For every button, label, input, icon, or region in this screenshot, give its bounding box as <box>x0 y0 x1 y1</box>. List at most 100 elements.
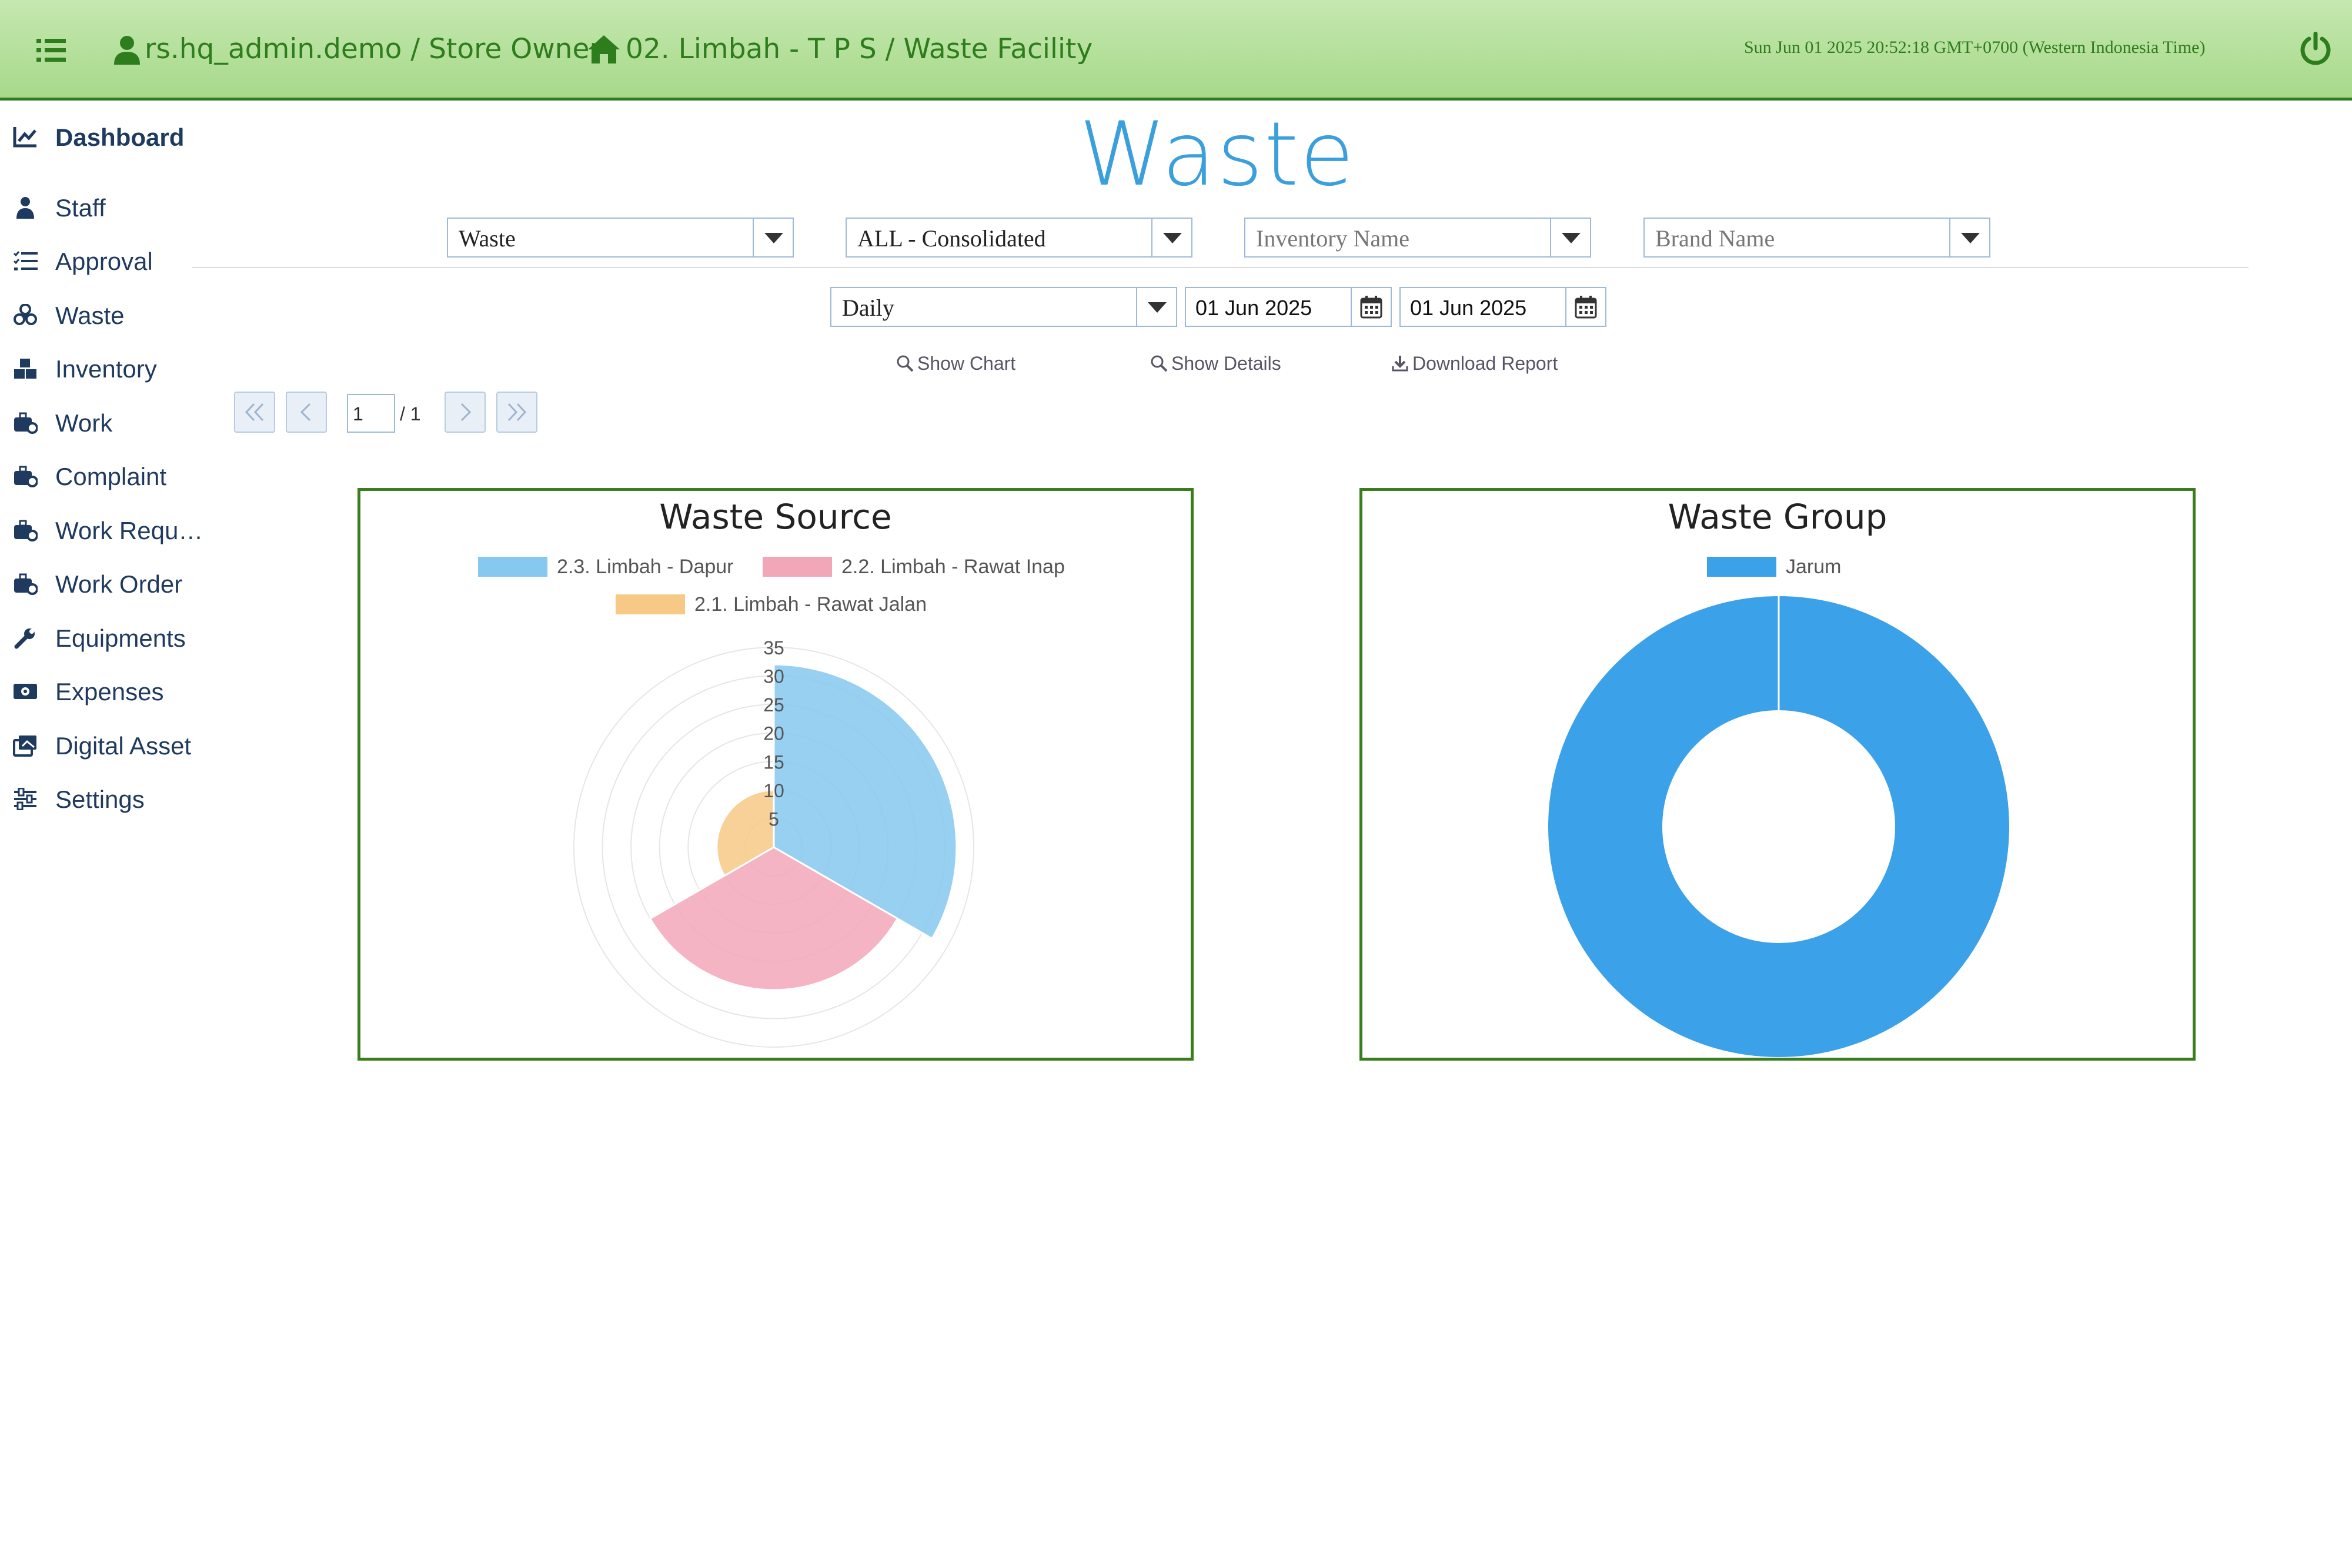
sidebar-item-work[interactable]: Work <box>0 399 212 446</box>
prev-page-button[interactable] <box>286 392 327 433</box>
biohazard-icon <box>14 304 37 325</box>
scope-select-value: ALL - Consolidated <box>857 225 1046 252</box>
sidebar-item-label: Work Requ… <box>55 517 203 544</box>
sidebar-item-inventory[interactable]: Inventory <box>0 345 212 392</box>
polar-tick-label: 15 <box>763 751 784 773</box>
sidebar-item-label: Complaint <box>55 463 167 490</box>
sidebar-item-label: Equipments <box>55 624 186 652</box>
sidebar-item-label: Expenses <box>55 678 164 706</box>
sidebar-item-expenses[interactable]: Expenses <box>0 667 212 714</box>
chart-line-icon <box>13 127 36 148</box>
sidebar-item-label: Staff <box>55 194 106 222</box>
sidebar-item-label: Work Order <box>55 570 183 598</box>
chevron-down-icon[interactable] <box>1949 219 1989 256</box>
chevron-right-icon <box>460 403 472 422</box>
type-select[interactable]: Waste <box>447 218 794 258</box>
sidebar-item-equipments[interactable]: Equipments <box>0 614 212 661</box>
double-chevron-right-icon <box>507 403 527 422</box>
sidebar-item-label: Inventory <box>55 355 157 383</box>
top-bar: rs.hq_admin.demo / Store Owner 02. Limba… <box>0 0 2352 101</box>
wrench-icon <box>14 628 35 649</box>
doughnut-chart <box>1548 596 2009 1057</box>
scope-select[interactable]: ALL - Consolidated <box>846 218 1192 258</box>
show-chart-link[interactable]: Show Chart <box>896 353 1015 375</box>
first-page-button[interactable] <box>234 392 275 433</box>
double-chevron-left-icon <box>245 403 264 422</box>
waste-source-panel: Waste Source 2.3. Limbah - Dapur 2.2. Li… <box>358 488 1194 1061</box>
toolbox-icon <box>14 520 38 541</box>
download-icon <box>1392 356 1408 372</box>
user-role-link[interactable]: rs.hq_admin.demo / Store Owner <box>145 33 601 65</box>
sidebar-item-work-request[interactable]: Work Requ… <box>0 506 212 553</box>
chevron-down-icon[interactable] <box>1136 288 1176 326</box>
download-report-link[interactable]: Download Report <box>1391 353 1558 375</box>
chevron-left-icon <box>300 403 311 422</box>
sidebar-item-digital-asset[interactable]: Digital Asset <box>0 721 212 768</box>
user-tie-icon <box>16 197 34 219</box>
chevron-down-icon[interactable] <box>1550 219 1590 256</box>
brand-name-placeholder: Brand Name <box>1655 225 1775 252</box>
calendar-icon[interactable] <box>1565 288 1605 326</box>
sidebar-item-dashboard[interactable]: Dashboard <box>0 113 212 160</box>
period-select[interactable]: Daily <box>830 287 1177 327</box>
polar-tick-label: 20 <box>763 723 784 744</box>
page-title: Waste <box>1079 103 1355 206</box>
sidebar-item-staff[interactable]: Staff <box>0 183 212 230</box>
sidebar-item-waste[interactable]: Waste <box>0 291 212 338</box>
search-icon <box>1151 355 1168 372</box>
brand-name-select[interactable]: Brand Name <box>1643 218 1990 258</box>
date-to-field[interactable]: 01 Jun 2025 <box>1399 287 1606 327</box>
type-select-value: Waste <box>459 225 516 252</box>
period-select-value: Daily <box>842 295 894 321</box>
polar-tick-label: 30 <box>763 666 784 687</box>
sidebar-item-complaint[interactable]: Complaint <box>0 452 212 499</box>
polar-tick-label: 25 <box>763 694 784 716</box>
date-from-field[interactable]: 01 Jun 2025 <box>1185 287 1392 327</box>
last-page-button[interactable] <box>496 392 537 433</box>
power-icon[interactable] <box>2299 32 2332 66</box>
sidebar-item-label: Digital Asset <box>55 732 192 760</box>
clock-text: Sun Jun 01 2025 20:52:18 GMT+0700 (Weste… <box>1744 38 2206 57</box>
show-details-label: Show Details <box>1171 353 1281 374</box>
user-icon <box>114 36 140 65</box>
calendar-icon[interactable] <box>1351 288 1391 326</box>
sidebar-item-work-order[interactable]: Work Order <box>0 560 212 607</box>
polar-tick-label: 35 <box>763 637 784 658</box>
page-number-input[interactable]: 1 <box>347 394 395 433</box>
sidebar-item-label: Work <box>55 409 113 437</box>
toolbox-icon <box>14 412 38 434</box>
sliders-icon <box>14 788 36 810</box>
show-chart-label: Show Chart <box>917 353 1016 374</box>
page-total: / 1 <box>400 403 421 424</box>
sidebar-item-label: Settings <box>55 785 145 813</box>
sidebar-item-settings[interactable]: Settings <box>0 775 212 822</box>
sidebar-item-label: Dashboard <box>55 123 185 151</box>
sidebar-item-label: Approval <box>55 248 153 275</box>
chevron-down-icon[interactable] <box>753 219 793 256</box>
divider <box>192 267 2249 268</box>
sidebar-item-label: Waste <box>55 302 125 329</box>
inventory-name-placeholder: Inventory Name <box>1256 225 1410 252</box>
sidebar-item-approval[interactable]: Approval <box>0 237 212 284</box>
home-icon[interactable] <box>587 34 621 65</box>
boxes-icon <box>14 359 36 379</box>
images-icon <box>13 735 36 757</box>
toolbox-icon <box>14 573 38 595</box>
menu-list-icon[interactable] <box>36 36 66 63</box>
waste-group-panel: Waste Group Jarum <box>1359 488 2196 1061</box>
date-from-value: 01 Jun 2025 <box>1195 296 1312 320</box>
money-icon <box>14 684 37 699</box>
download-report-label: Download Report <box>1412 353 1558 374</box>
facility-link[interactable]: 02. Limbah - T P S / Waste Facility <box>626 33 1093 65</box>
date-to-value: 01 Jun 2025 <box>1410 296 1527 320</box>
polar-tick-label: 5 <box>769 808 779 830</box>
polar-tick-label: 10 <box>763 780 784 801</box>
inventory-name-select[interactable]: Inventory Name <box>1244 218 1591 258</box>
search-icon <box>897 355 914 372</box>
polar-area-chart: 5 10 15 20 25 30 35 <box>573 637 974 1048</box>
show-details-link[interactable]: Show Details <box>1150 353 1281 375</box>
toolbox-icon <box>14 466 38 487</box>
chevron-down-icon[interactable] <box>1151 219 1191 256</box>
next-page-button[interactable] <box>445 392 486 433</box>
list-check-icon <box>13 251 38 270</box>
